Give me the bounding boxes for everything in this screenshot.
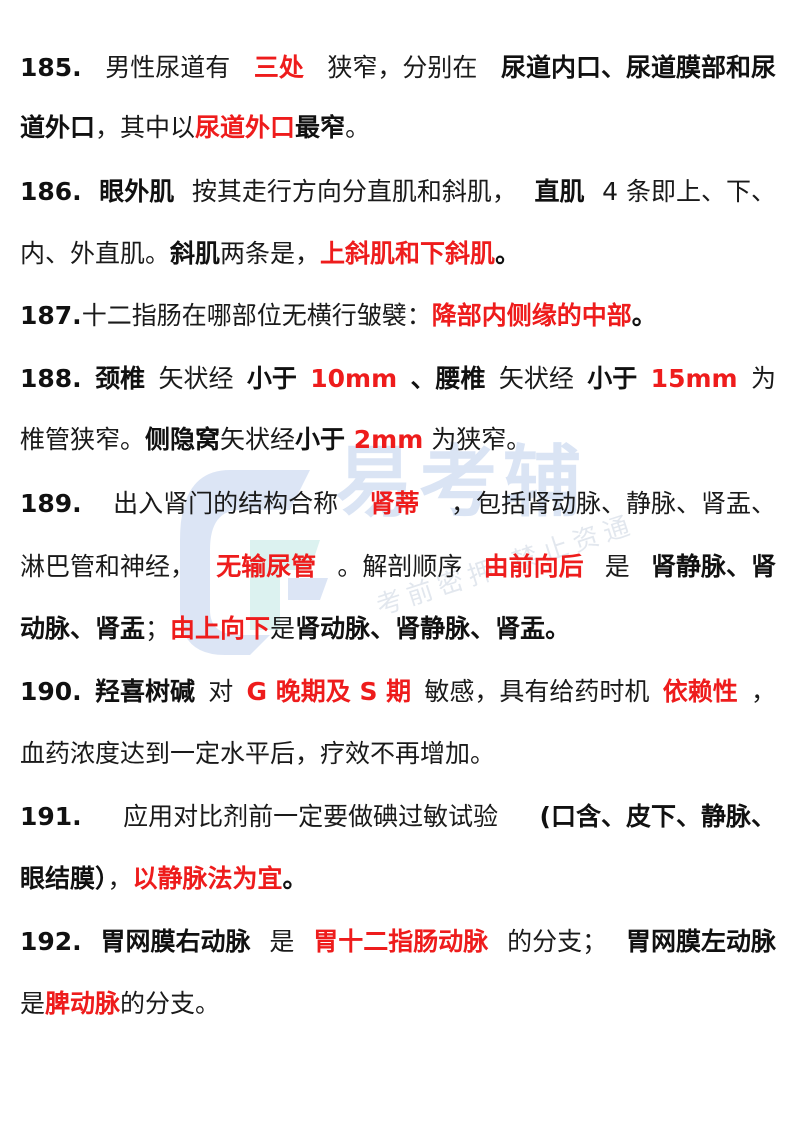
text: 的分支。	[120, 989, 221, 1018]
text: 。	[495, 239, 521, 268]
item-191-number: 191.	[20, 802, 82, 831]
highlight-bold: 直肌	[534, 177, 585, 206]
text: 十二指肠在哪部位无横行皱襞：	[81, 301, 432, 330]
item-188-line-1: 188. 颈椎 矢状经 小于 10mm 、腰椎 矢状经 小于 15mm 为	[20, 359, 776, 399]
item-186-line-2: 内、外直肌。斜肌两条是，上斜肌和下斜肌。	[20, 234, 776, 274]
text: 。	[345, 113, 371, 142]
highlight-red: 脾动脉	[45, 989, 121, 1018]
highlight-red: 三处	[253, 53, 304, 82]
highlight-red: 肾蒂	[369, 489, 420, 518]
item-185-line-2: 道外口，其中以尿道外口最窄。	[20, 108, 776, 148]
text: 淋巴管和神经，	[20, 552, 196, 581]
text: 矢状经	[220, 425, 296, 454]
highlight-red: 胃十二指肠动脉	[313, 927, 489, 956]
item-189-line-1: 189. 出入肾门的结构合称 肾蒂 ，包括肾动脉、静脉、肾盂、	[20, 484, 776, 524]
text: 狭窄，分别在	[327, 53, 478, 82]
highlight-red: 无输尿管	[216, 552, 317, 581]
text: 。	[631, 301, 657, 330]
item-187-number: 187.	[20, 301, 82, 330]
text: 按其走行方向分直肌和斜肌，	[191, 177, 517, 206]
text: 4 条即上、下、	[602, 177, 776, 206]
highlight-bold: 颈椎	[95, 364, 146, 393]
highlight-bold: 动脉、肾盂	[20, 614, 146, 643]
highlight-bold: 最窄	[295, 113, 346, 142]
highlight-bold: 眼外肌	[99, 177, 175, 206]
text: ，包括肾动脉、静脉、肾盂、	[450, 489, 776, 518]
text: 是	[20, 989, 46, 1018]
item-186-number: 186.	[20, 177, 82, 206]
item-190-line-1: 190. 羟喜树碱对 G 晚期及 S 期敏感，具有给药时机 依赖性 ，	[20, 672, 776, 712]
highlight-red: 以静脉法为宜	[132, 864, 283, 893]
text: 敏感，具有给药时机	[424, 677, 650, 706]
highlight-bold: (口含、皮下、静脉、	[539, 802, 776, 831]
highlight-bold: 肾动脉、肾静脉、肾盂。	[295, 614, 571, 643]
highlight-bold: 眼结膜）	[20, 864, 108, 893]
highlight-bold: 侧隐窝	[145, 425, 221, 454]
item-192-line-2: 是脾动脉的分支。	[20, 984, 776, 1024]
highlight-bold: 小于	[246, 364, 297, 393]
text: 出入肾门的结构合称	[113, 489, 339, 518]
item-188-number: 188.	[20, 364, 82, 393]
highlight-bold: 小于	[587, 364, 638, 393]
text: 两条是，	[220, 239, 321, 268]
text: 。	[282, 864, 308, 893]
highlight-red: 15mm	[650, 364, 738, 393]
item-185-number: 185.	[20, 53, 82, 82]
text: 是	[604, 552, 630, 581]
highlight-bold: 、腰椎	[410, 364, 486, 393]
highlight-red: 依赖性	[662, 677, 738, 706]
item-191-line-2: 眼结膜），以静脉法为宜。	[20, 859, 776, 899]
item-188-line-2: 椎管狭窄。侧隐窝矢状经小于 2mm 为狭窄。	[20, 420, 776, 460]
highlight-bold: 胃网膜左动脉	[625, 927, 776, 956]
highlight-red: 由前向后	[483, 552, 584, 581]
text: 矢状经	[498, 364, 574, 393]
highlight-bold: 道外口	[20, 113, 96, 142]
text: ，其中以	[95, 113, 196, 142]
item-185-line-1: 185. 男性尿道有 三处 狭窄，分别在 尿道内口、尿道膜部和尿	[20, 48, 776, 88]
highlight-bold: 肾静脉、肾	[650, 552, 776, 581]
text: 是	[270, 614, 296, 643]
text: 男性尿道有	[105, 53, 231, 82]
text: ，	[107, 864, 133, 893]
text: 为狭窄。	[423, 425, 532, 454]
item-189-number: 189.	[20, 489, 82, 518]
text: 是	[269, 927, 295, 956]
highlight-bold: 尿道内口、尿道膜部和尿	[500, 53, 776, 82]
text: 血药浓度达到一定水平后，疗效不再增加。	[20, 739, 496, 768]
text: ，	[750, 677, 776, 706]
item-189-line-3: 动脉、肾盂；由上向下是肾动脉、肾静脉、肾盂。	[20, 609, 776, 649]
highlight-red: 2mm	[345, 425, 424, 454]
highlight-red: 降部内侧缘的中部	[431, 301, 632, 330]
item-189-line-2: 淋巴管和神经， 无输尿管 。解剖顺序 由前向后是肾静脉、肾	[20, 547, 776, 587]
text: 矢状经	[158, 364, 234, 393]
item-190-line-2: 血药浓度达到一定水平后，疗效不再增加。	[20, 734, 776, 774]
highlight-red: 上斜肌和下斜肌	[320, 239, 496, 268]
text: 椎管狭窄。	[20, 425, 146, 454]
text: 内、外直肌。	[20, 239, 171, 268]
item-190-number: 190.	[20, 677, 82, 706]
highlight-red: 尿道外口	[195, 113, 296, 142]
text: 为	[750, 364, 776, 393]
highlight-bold: 胃网膜右动脉	[100, 927, 251, 956]
highlight-bold: 斜肌	[170, 239, 221, 268]
text: 的分支；	[507, 927, 608, 956]
highlight-red: 由上向下	[170, 614, 271, 643]
text: 应用对比剂前一定要做碘过敏试验	[123, 802, 499, 831]
text: 。解剖顺序	[337, 552, 463, 581]
item-191-line-1: 191. 应用对比剂前一定要做碘过敏试验 (口含、皮下、静脉、	[20, 797, 776, 837]
highlight-bold: 小于	[295, 425, 346, 454]
text: 对	[208, 677, 234, 706]
item-192-line-1: 192. 胃网膜右动脉是胃十二指肠动脉 的分支； 胃网膜左动脉	[20, 922, 776, 962]
highlight-red: G 晚期及 S 期	[246, 677, 412, 706]
highlight-bold: 羟喜树碱	[94, 677, 195, 706]
text: ；	[145, 614, 171, 643]
document-page: 易考辅 考前密押 禁止资通 185. 男性尿道有 三处 狭窄，分别在 尿道内口、尿道膜部…	[0, 0, 794, 1123]
item-192-number: 192.	[20, 927, 82, 956]
item-187-line-1: 187.十二指肠在哪部位无横行皱襞：降部内侧缘的中部。	[20, 296, 776, 336]
highlight-red: 10mm	[310, 364, 398, 393]
item-186-line-1: 186. 眼外肌 按其走行方向分直肌和斜肌， 直肌 4 条即上、下、	[20, 172, 776, 212]
